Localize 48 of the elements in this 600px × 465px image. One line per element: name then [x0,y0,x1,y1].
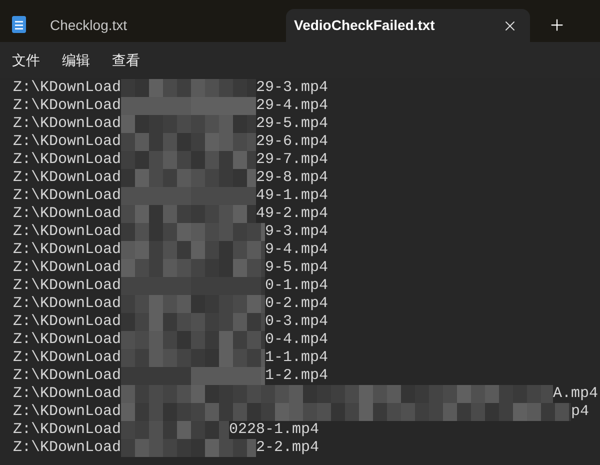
file-name-text: 29-5.mp4 [256,115,328,133]
path-text: Z:\KDownLoad [13,313,122,331]
path-text: Z:\KDownLoad [13,421,122,439]
file-name-text: 0-2.mp4 [265,295,328,313]
file-name-text: 0-3.mp4 [265,313,328,331]
path-text: Z:\KDownLoad [13,439,122,457]
file-tab[interactable]: VedioCheckFailed.txt [286,9,530,42]
file-name-text: 9-5.mp4 [265,259,328,277]
file-name-text: 29-3.mp4 [256,79,328,97]
file-name-text: 2-2.mp4 [256,439,320,457]
path-text: Z:\KDownLoad [13,151,122,169]
notepad-icon [12,16,26,33]
menu-item[interactable]: 查看 [112,50,142,70]
path-text: Z:\KDownLoad [13,97,122,115]
path-text: Z:\KDownLoad [13,223,122,241]
file-name-text: 1-1.mp4 [265,349,328,367]
file-name-text: 49-1.mp4 [256,187,328,205]
path-text: Z:\KDownLoad [13,79,122,97]
path-text: Z:\KDownLoad [13,115,122,133]
file-name-text: 9-4.mp4 [265,241,328,259]
path-text: Z:\KDownLoad [13,205,122,223]
file-tab[interactable]: Checklog.txt [50,9,286,42]
path-text: Z:\KDownLoad [13,331,122,349]
file-name-text: 1-2.mp4 [265,367,328,385]
file-name-text: 0-1.mp4 [265,277,328,295]
path-text: Z:\KDownLoad [13,385,122,403]
file-name-text: 29-8.mp4 [256,169,328,187]
file-name-text: 9-3.mp4 [265,223,328,241]
path-text: Z:\KDownLoad [13,367,122,385]
file-name-text: 29-6.mp4 [256,133,328,151]
file-name-text: 0-4.mp4 [265,331,328,349]
file-name-text: A.mp4 [553,385,598,403]
path-text: Z:\KDownLoad [13,187,122,205]
path-text: Z:\KDownLoad [13,259,122,277]
file-name-text: 0228-1.mp4 [229,421,320,439]
file-name-text: 29-7.mp4 [256,151,328,169]
file-name-text: 49-2.mp4 [256,205,328,223]
path-text: Z:\KDownLoad [13,295,122,313]
menu-item[interactable]: 编辑 [62,50,92,70]
file-name-text: 29-4.mp4 [256,97,328,115]
file-name-text: p4 [571,403,590,421]
path-text: Z:\KDownLoad [13,349,122,367]
menu-item[interactable]: 文件 [12,50,42,70]
path-text: Z:\KDownLoad [13,403,122,421]
path-text: Z:\KDownLoad [13,169,122,187]
path-text: Z:\KDownLoad [13,241,122,259]
path-text: Z:\KDownLoad [13,277,122,295]
path-text: Z:\KDownLoad [13,133,122,151]
